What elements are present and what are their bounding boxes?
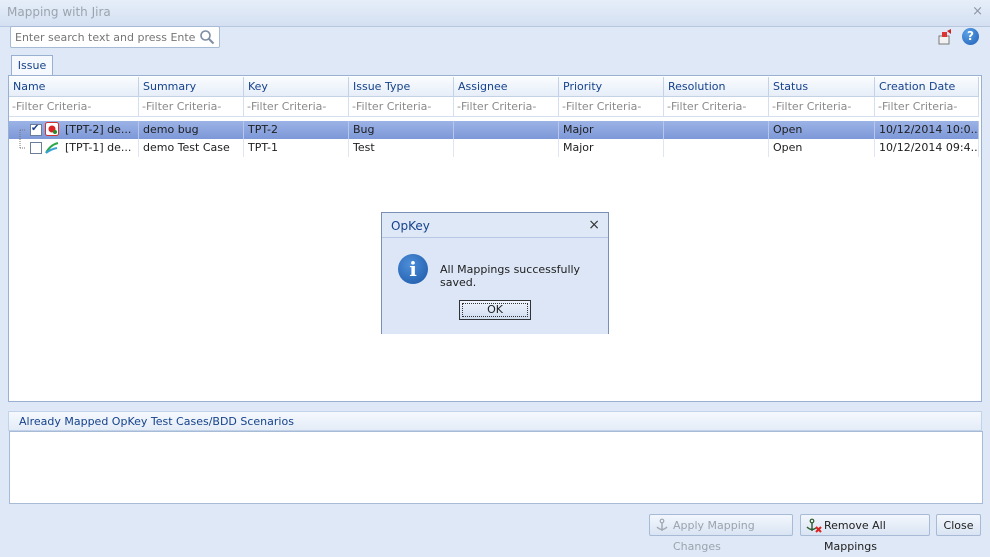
remove-all-mappings-label: Remove All Mappings — [824, 519, 886, 553]
dialog-close-icon[interactable]: × — [588, 217, 600, 233]
filter-issue-type[interactable]: -Filter Criteria- — [349, 97, 454, 116]
close-button[interactable]: Close — [936, 514, 981, 536]
tab-issue[interactable]: Issue — [11, 55, 53, 76]
cell-status: Open — [769, 139, 875, 157]
cell-assignee — [454, 121, 559, 139]
search-box[interactable] — [10, 26, 220, 48]
dialog-title: OpKey — [391, 219, 430, 233]
column-header-name[interactable]: Name — [9, 77, 139, 96]
cell-summary: demo Test Case — [139, 139, 244, 157]
cell-creation-date: 10/12/2014 10:0... — [875, 121, 979, 139]
grid-header: Name Summary Key Issue Type Assignee Pri… — [9, 77, 979, 97]
mapped-panel-header: Already Mapped OpKey Test Cases/BDD Scen… — [8, 411, 982, 431]
filter-assignee[interactable]: -Filter Criteria- — [454, 97, 559, 116]
dialog-body: i All Mappings successfully saved. OK — [382, 237, 608, 334]
row-checkbox[interactable] — [30, 142, 42, 154]
window-titlebar: Mapping with Jira × — [0, 0, 990, 27]
table-row[interactable]: [TPT-1] de... demo Test Case TPT-1 Test … — [9, 139, 979, 157]
filter-row: -Filter Criteria- -Filter Criteria- -Fil… — [9, 97, 979, 117]
export-icon[interactable] — [936, 28, 954, 46]
dialog-message: All Mappings successfully saved. — [440, 263, 581, 289]
remove-anchor-icon — [806, 518, 822, 533]
opkey-message-dialog: OpKey × i All Mappings successfully save… — [381, 212, 609, 334]
ok-button-label: OK — [487, 303, 503, 316]
help-icon[interactable]: ? — [962, 28, 979, 45]
column-header-priority[interactable]: Priority — [559, 77, 664, 96]
cell-name: [TPT-1] de... — [61, 139, 139, 157]
mapped-panel: Already Mapped OpKey Test Cases/BDD Scen… — [8, 411, 983, 504]
column-header-issue-type[interactable]: Issue Type — [349, 77, 454, 96]
column-header-summary[interactable]: Summary — [139, 77, 244, 96]
apply-mapping-changes-button[interactable]: Apply Mapping Changes — [649, 514, 793, 553]
search-icon[interactable] — [199, 29, 215, 45]
table-row[interactable]: [TPT-2] de... demo bug TPT-2 Bug Major O… — [9, 121, 979, 139]
mapped-list[interactable] — [9, 431, 983, 504]
cell-issue-type: Test — [349, 139, 454, 157]
row-checkbox[interactable] — [30, 123, 42, 136]
filter-status[interactable]: -Filter Criteria- — [769, 97, 875, 116]
column-header-creation-date[interactable]: Creation Date — [875, 77, 979, 96]
info-icon: i — [398, 254, 428, 284]
column-header-assignee[interactable]: Assignee — [454, 77, 559, 96]
apply-mapping-changes-label: Apply Mapping Changes — [673, 519, 755, 553]
cell-resolution — [664, 139, 769, 157]
cell-summary: demo bug — [139, 121, 244, 139]
column-header-status[interactable]: Status — [769, 77, 875, 96]
test-case-icon — [45, 142, 59, 154]
ok-button[interactable]: OK — [459, 300, 531, 320]
cell-priority: Major — [559, 121, 664, 139]
mapped-panel-title: Already Mapped OpKey Test Cases/BDD Scen… — [19, 415, 294, 428]
cell-issue-type: Bug — [349, 121, 454, 139]
filter-name[interactable]: -Filter Criteria- — [9, 97, 139, 116]
remove-all-mappings-button[interactable]: Remove All Mappings — [800, 514, 930, 553]
cell-key: TPT-2 — [244, 121, 349, 139]
anchor-icon — [656, 518, 668, 531]
cell-assignee — [454, 139, 559, 157]
column-header-key[interactable]: Key — [244, 77, 349, 96]
cell-creation-date: 10/12/2014 09:4... — [875, 139, 979, 157]
window-title: Mapping with Jira — [7, 5, 111, 19]
cell-resolution — [664, 121, 769, 139]
cell-name: [TPT-2] de... — [61, 121, 139, 139]
filter-key[interactable]: -Filter Criteria- — [244, 97, 349, 116]
filter-summary[interactable]: -Filter Criteria- — [139, 97, 244, 116]
bug-icon — [45, 122, 59, 136]
search-input[interactable] — [13, 28, 197, 46]
filter-creation-date[interactable]: -Filter Criteria- — [875, 97, 979, 116]
cell-key: TPT-1 — [244, 139, 349, 157]
filter-resolution[interactable]: -Filter Criteria- — [664, 97, 769, 116]
window-close-icon[interactable]: × — [972, 4, 983, 19]
filter-priority[interactable]: -Filter Criteria- — [559, 97, 664, 116]
cell-priority: Major — [559, 139, 664, 157]
column-header-resolution[interactable]: Resolution — [664, 77, 769, 96]
cell-status: Open — [769, 121, 875, 139]
